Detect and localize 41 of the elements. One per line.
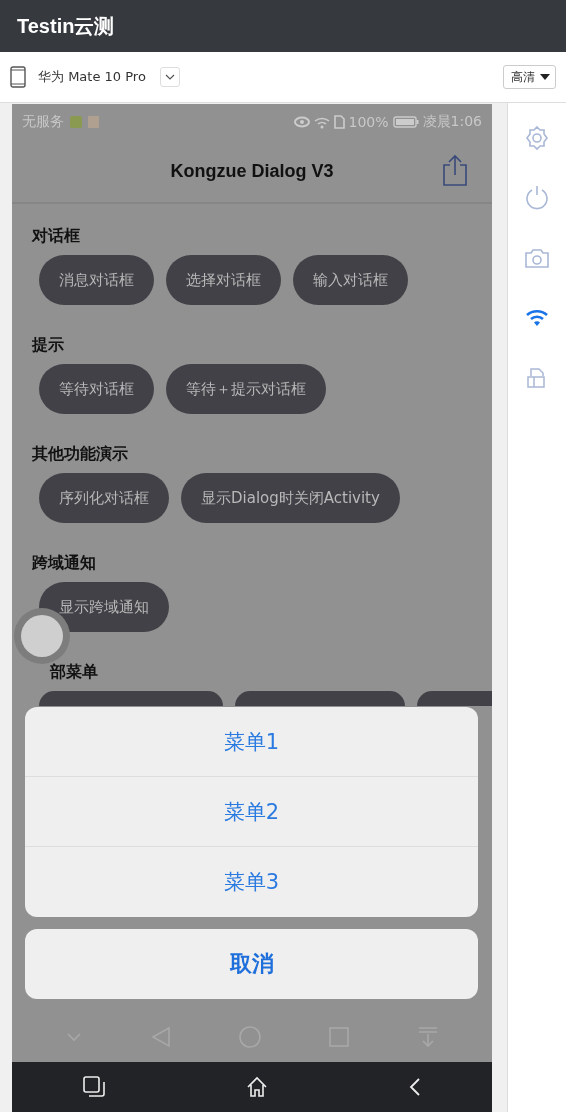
section-title: 其他功能演示: [32, 443, 128, 465]
chevron-down-icon[interactable]: [66, 1032, 83, 1042]
phone-icon: [10, 66, 26, 88]
eye-icon: [293, 116, 310, 128]
demo-button[interactable]: 选择对话框: [166, 255, 281, 305]
rotate-screen-icon: [526, 367, 548, 389]
menu-item[interactable]: 菜单1: [25, 707, 478, 777]
app-title: Kongzue Dialog V3: [170, 160, 334, 182]
sim-card-icon: [333, 115, 345, 129]
demo-button[interactable]: [235, 691, 405, 706]
cancel-button[interactable]: 取消: [25, 929, 478, 999]
battery-icon: [392, 116, 419, 128]
power-icon: [524, 185, 550, 211]
camera-icon: [524, 247, 550, 269]
logo: Testin云测: [17, 13, 115, 39]
pull-down-icon[interactable]: [417, 1026, 438, 1048]
demo-button[interactable]: 显示Dialog时关闭Activity: [181, 473, 400, 523]
gear-icon: [524, 125, 550, 151]
quality-select[interactable]: 高清: [503, 65, 556, 89]
chevron-down-icon: [164, 74, 175, 80]
menu-item[interactable]: 菜单2: [25, 777, 478, 847]
device-name: 华为 Mate 10 Pro: [38, 68, 146, 86]
demo-button[interactable]: 等待＋提示对话框: [166, 364, 326, 414]
demo-button[interactable]: 输入对话框: [293, 255, 408, 305]
section-title: 对话框: [32, 225, 80, 247]
multitask-icon[interactable]: [82, 1076, 105, 1098]
share-icon[interactable]: [442, 154, 468, 186]
demo-button[interactable]: 序列化对话框: [39, 473, 169, 523]
demo-button[interactable]: 显示跨域通知: [39, 582, 169, 632]
wifi-icon: [525, 309, 549, 327]
menu-item[interactable]: 菜单3: [25, 847, 478, 917]
demo-button[interactable]: [39, 691, 223, 706]
section-title: 部菜单: [50, 661, 98, 683]
notification-icons: [68, 115, 102, 129]
device-dropdown-button[interactable]: [159, 67, 180, 87]
wifi-icon: [313, 115, 330, 129]
section-title: 提示: [32, 334, 64, 356]
demo-button[interactable]: 消息对话框: [39, 255, 154, 305]
section-title: 跨域通知: [32, 552, 96, 574]
demo-button[interactable]: 等待对话框: [39, 364, 154, 414]
caret-down-icon: [540, 74, 550, 80]
